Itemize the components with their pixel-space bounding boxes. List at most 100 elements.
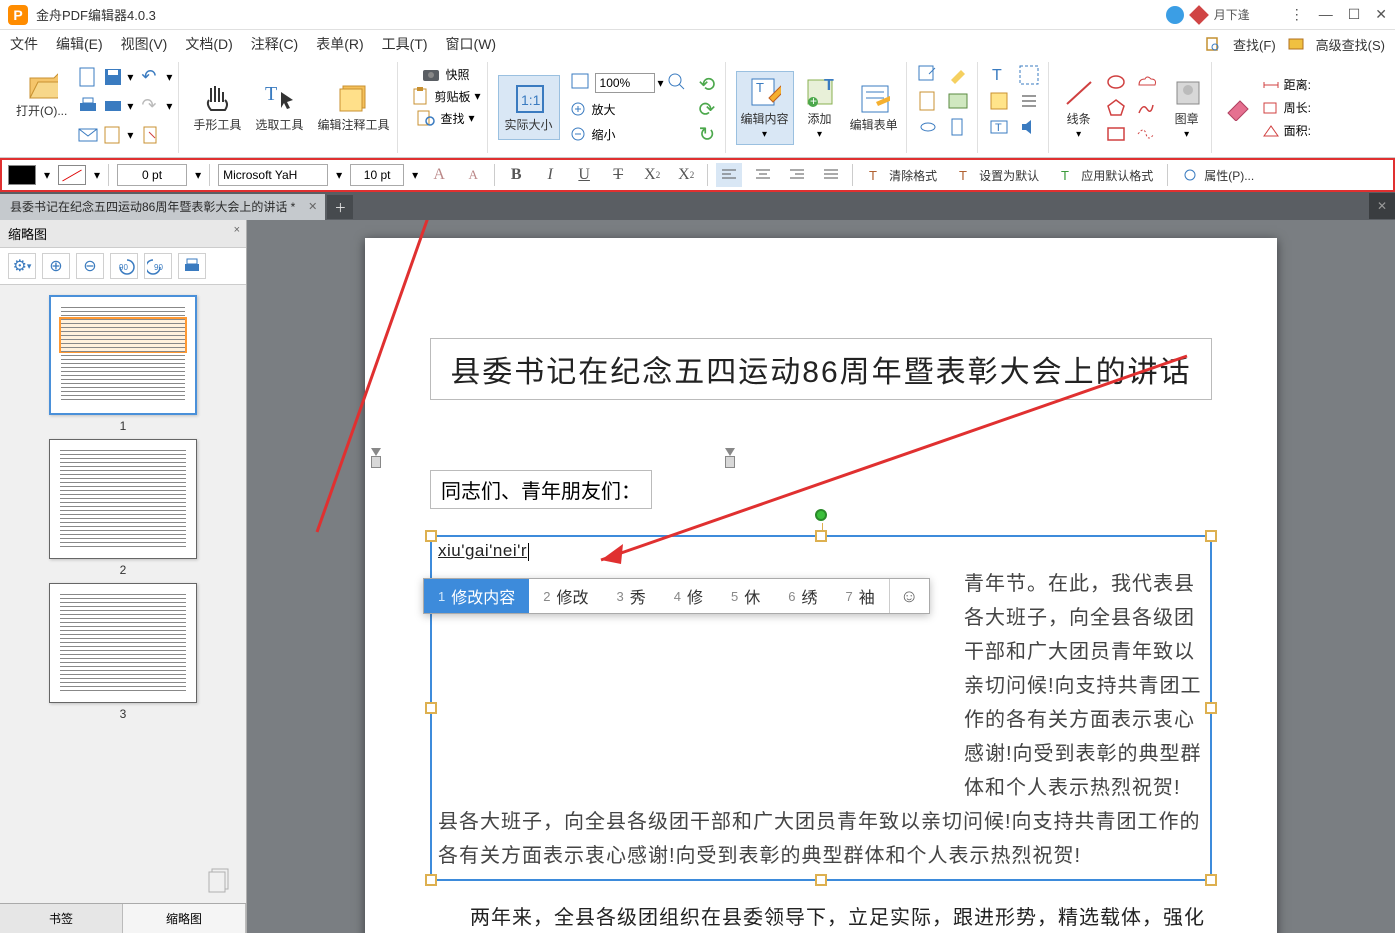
resize-handle-tl[interactable] <box>425 530 437 542</box>
bold-button[interactable]: B <box>503 163 529 187</box>
export-icon[interactable] <box>102 124 124 146</box>
thumb-options-icon[interactable]: ⚙▾ <box>8 253 36 279</box>
username-label[interactable]: 月下逢 <box>1214 6 1250 23</box>
set-default-button[interactable]: T设置为默认 <box>951 167 1045 184</box>
snapshot-button[interactable]: 快照 <box>419 64 471 85</box>
dropdown-caret-icon[interactable]: ▾ <box>762 129 767 140</box>
ime-candidate-3[interactable]: 3秀 <box>603 579 660 613</box>
dropdown-caret-icon[interactable]: ▾ <box>44 168 50 182</box>
no-fill-swatch[interactable] <box>58 165 86 185</box>
hand-tool-button[interactable]: 手形工具 <box>189 78 245 137</box>
link-icon[interactable] <box>917 64 939 86</box>
tabstrip-close-icon[interactable]: ✕ <box>1369 193 1395 219</box>
dropdown-caret-icon[interactable]: ▾ <box>127 99 133 113</box>
add-button[interactable]: T+ 添加 ▾ <box>800 72 840 144</box>
distance-button[interactable]: 距离: <box>1260 74 1313 95</box>
resize-handle-tr[interactable] <box>1205 530 1217 542</box>
thumbnail-list[interactable]: 1 2 3 <box>0 285 246 859</box>
grow-font-button[interactable]: A <box>426 163 452 187</box>
undo-icon[interactable]: ↶ <box>141 66 163 88</box>
tab-close-icon[interactable]: ✕ <box>308 200 317 213</box>
ime-emoji-button[interactable]: ☺ <box>889 579 929 613</box>
dropdown-caret-icon[interactable]: ▾ <box>127 128 133 142</box>
thumbnail-page-3[interactable]: 3 <box>10 583 236 721</box>
dropdown-caret-icon[interactable]: ▾ <box>474 89 480 103</box>
link-anchor-icon[interactable] <box>917 116 939 138</box>
highlight-icon[interactable] <box>947 64 969 86</box>
dropdown-caret-icon[interactable]: ▾ <box>336 168 342 182</box>
menu-adv-find[interactable]: 高级查找(S) <box>1316 35 1385 54</box>
clear-format-button[interactable]: T清除格式 <box>861 167 943 184</box>
expand-icon[interactable] <box>1018 64 1040 86</box>
align-justify-button[interactable] <box>818 163 844 187</box>
font-size-input[interactable] <box>350 164 404 186</box>
ime-candidate-5[interactable]: 5休 <box>717 579 774 613</box>
strike-button[interactable]: T <box>605 163 631 187</box>
ime-candidate-6[interactable]: 6绣 <box>774 579 831 613</box>
menu-tool[interactable]: 工具(T) <box>382 34 428 54</box>
thumb-zoom-out-icon[interactable]: ⊖ <box>76 253 104 279</box>
dropdown-caret-icon[interactable]: ▾ <box>658 76 664 90</box>
email-icon[interactable] <box>77 124 99 146</box>
canvas-area[interactable]: 县委书记在纪念五四运动86周年暨表彰大会上的讲话 同志们、青年朋友们： xiu'… <box>247 220 1395 933</box>
panel-close-icon[interactable]: × <box>234 224 240 236</box>
rotate-handle[interactable] <box>815 509 827 521</box>
menu-view[interactable]: 视图(V) <box>121 34 168 54</box>
sound-icon[interactable] <box>1018 116 1040 138</box>
align-right-button[interactable] <box>784 163 810 187</box>
perimeter-button[interactable]: 周长: <box>1260 97 1313 118</box>
stroke-width-input[interactable] <box>117 164 187 186</box>
open-button[interactable]: 打开(O)... <box>12 64 71 123</box>
thumb-rotate-left-icon[interactable]: 90 <box>110 253 138 279</box>
dropdown-caret-icon[interactable]: ▾ <box>127 70 133 84</box>
pentagon-icon[interactable] <box>1105 97 1127 119</box>
eraser-icon[interactable] <box>1222 93 1252 123</box>
underline-button[interactable]: U <box>571 163 597 187</box>
documents-stack-icon[interactable] <box>204 865 236 897</box>
thumbnail-page-1[interactable]: 1 <box>10 295 236 433</box>
thumbnail-page-2[interactable]: 2 <box>10 439 236 577</box>
new-doc-icon[interactable] <box>77 66 99 88</box>
text-box-icon[interactable]: T <box>988 116 1010 138</box>
resize-handle-ml[interactable] <box>425 702 437 714</box>
resize-handle-mr[interactable] <box>1205 702 1217 714</box>
ime-candidate-4[interactable]: 4修 <box>660 579 717 613</box>
lines-button[interactable]: 线条 ▾ <box>1059 72 1099 144</box>
phone-icon[interactable] <box>1166 6 1184 24</box>
dropdown-caret-icon[interactable]: ▾ <box>1076 129 1081 140</box>
superscript-button[interactable]: X2 <box>673 163 699 187</box>
minimize-button[interactable]: — <box>1319 6 1333 23</box>
ellipse-icon[interactable] <box>1105 71 1127 93</box>
thumbnails-tab[interactable]: 缩略图 <box>123 904 246 933</box>
menu-file[interactable]: 文件 <box>10 34 38 54</box>
apply-default-button[interactable]: T应用默认格式 <box>1053 167 1159 184</box>
rect-icon[interactable] <box>1105 123 1127 145</box>
document-title-box[interactable]: 县委书记在纪念五四运动86周年暨表彰大会上的讲话 <box>430 338 1212 400</box>
bookmarks-tab[interactable]: 书签 <box>0 904 123 933</box>
close-button[interactable]: ✕ <box>1375 6 1387 23</box>
print-icon[interactable] <box>77 95 99 117</box>
resize-handle-tm[interactable] <box>815 530 827 542</box>
subscript-button[interactable]: X2 <box>639 163 665 187</box>
resize-handle-bm[interactable] <box>815 874 827 886</box>
scan-icon[interactable] <box>102 95 124 117</box>
properties-button[interactable]: 属性(P)... <box>1176 167 1260 184</box>
dropdown-caret-icon[interactable]: ▾ <box>412 168 418 182</box>
edit-form-button[interactable]: 编辑表单 <box>846 78 902 137</box>
edit-annot-button[interactable]: 编辑注释工具 <box>313 78 393 137</box>
scribble-icon[interactable] <box>1135 123 1157 145</box>
dropdown-caret-icon[interactable]: ▾ <box>195 168 201 182</box>
resize-handle-bl[interactable] <box>425 874 437 886</box>
text-callout-icon[interactable]: T <box>988 64 1010 86</box>
image-icon[interactable] <box>947 90 969 112</box>
vip-diamond-icon[interactable] <box>1189 5 1209 25</box>
menu-form[interactable]: 表单(R) <box>316 34 363 54</box>
rotate-right-icon[interactable]: ⟳ <box>699 97 721 119</box>
ime-candidate-1[interactable]: 1修改内容 <box>424 579 529 613</box>
note-icon[interactable] <box>988 90 1010 112</box>
margin-marker-right[interactable] <box>725 448 735 470</box>
dropdown-caret-icon[interactable]: ▾ <box>166 70 172 84</box>
edit-content-button[interactable]: T 编辑内容 ▾ <box>736 71 794 145</box>
menu-document[interactable]: 文档(D) <box>185 34 232 54</box>
zoom-in-button[interactable]: 放大 <box>568 99 691 121</box>
